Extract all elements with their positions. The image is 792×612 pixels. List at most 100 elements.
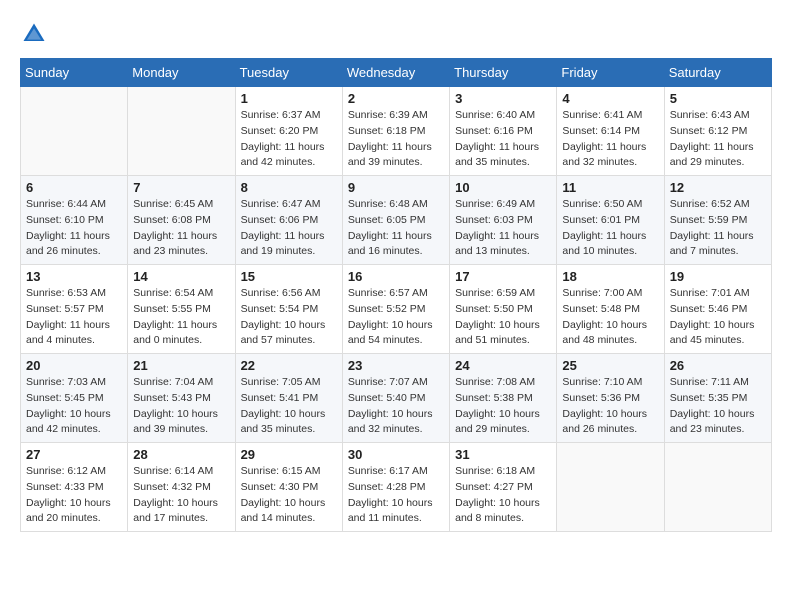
day-number: 25 (562, 358, 658, 373)
calendar-cell: 6 Sunrise: 6:44 AMSunset: 6:10 PMDaylight… (21, 176, 128, 265)
calendar-cell: 23 Sunrise: 7:07 AMSunset: 5:40 PMDayligh… (342, 354, 449, 443)
day-number: 3 (455, 91, 551, 106)
day-info: Sunrise: 6:52 AMSunset: 5:59 PMDaylight:… (670, 197, 766, 260)
calendar-week-row: 13 Sunrise: 6:53 AMSunset: 5:57 PMDayligh… (21, 265, 772, 354)
day-info: Sunrise: 6:47 AMSunset: 6:06 PMDaylight:… (241, 197, 337, 260)
day-number: 29 (241, 447, 337, 462)
day-info: Sunrise: 6:17 AMSunset: 4:28 PMDaylight:… (348, 464, 444, 527)
calendar-cell: 10Sunrise: 6:49 AMSunset: 6:03 PMDayligh… (450, 176, 557, 265)
calendar-cell: 28 Sunrise: 6:14 AMSunset: 4:32 PMDayligh… (128, 443, 235, 532)
day-info: Sunrise: 7:07 AMSunset: 5:40 PMDaylight:… (348, 375, 444, 438)
calendar-cell (21, 87, 128, 176)
day-info: Sunrise: 6:39 AMSunset: 6:18 PMDaylight:… (348, 108, 444, 171)
calendar-header-tuesday: Tuesday (235, 59, 342, 87)
calendar-cell: 26Sunrise: 7:11 AMSunset: 5:35 PMDayligh… (664, 354, 771, 443)
day-info: Sunrise: 6:44 AMSunset: 6:10 PMDaylight:… (26, 197, 122, 260)
calendar-cell: 5 Sunrise: 6:43 AMSunset: 6:12 PMDaylight… (664, 87, 771, 176)
day-number: 28 (133, 447, 229, 462)
calendar-cell: 30 Sunrise: 6:17 AMSunset: 4:28 PMDayligh… (342, 443, 449, 532)
day-number: 31 (455, 447, 551, 462)
day-number: 5 (670, 91, 766, 106)
day-info: Sunrise: 6:40 AMSunset: 6:16 PMDaylight:… (455, 108, 551, 171)
day-number: 2 (348, 91, 444, 106)
day-info: Sunrise: 6:45 AMSunset: 6:08 PMDaylight:… (133, 197, 229, 260)
calendar-header-row: SundayMondayTuesdayWednesdayThursdayFrid… (21, 59, 772, 87)
day-info: Sunrise: 7:08 AMSunset: 5:38 PMDaylight:… (455, 375, 551, 438)
day-info: Sunrise: 7:11 AMSunset: 5:35 PMDaylight:… (670, 375, 766, 438)
calendar-cell (664, 443, 771, 532)
day-info: Sunrise: 7:05 AMSunset: 5:41 PMDaylight:… (241, 375, 337, 438)
calendar-cell: 11 Sunrise: 6:50 AMSunset: 6:01 PMDayligh… (557, 176, 664, 265)
calendar-cell: 31 Sunrise: 6:18 AMSunset: 4:27 PMDayligh… (450, 443, 557, 532)
calendar-cell: 4 Sunrise: 6:41 AMSunset: 6:14 PMDaylight… (557, 87, 664, 176)
day-number: 1 (241, 91, 337, 106)
calendar-cell: 8 Sunrise: 6:47 AMSunset: 6:06 PMDaylight… (235, 176, 342, 265)
day-info: Sunrise: 6:54 AMSunset: 5:55 PMDaylight:… (133, 286, 229, 349)
calendar-header-friday: Friday (557, 59, 664, 87)
day-number: 21 (133, 358, 229, 373)
day-info: Sunrise: 6:50 AMSunset: 6:01 PMDaylight:… (562, 197, 658, 260)
calendar-cell: 3 Sunrise: 6:40 AMSunset: 6:16 PMDaylight… (450, 87, 557, 176)
calendar-week-row: 1Sunrise: 6:37 AMSunset: 6:20 PMDaylight… (21, 87, 772, 176)
calendar-header-monday: Monday (128, 59, 235, 87)
day-number: 8 (241, 180, 337, 195)
calendar-week-row: 27 Sunrise: 6:12 AMSunset: 4:33 PMDayligh… (21, 443, 772, 532)
calendar-header-thursday: Thursday (450, 59, 557, 87)
logo (20, 20, 52, 48)
day-number: 19 (670, 269, 766, 284)
calendar-cell: 1Sunrise: 6:37 AMSunset: 6:20 PMDaylight… (235, 87, 342, 176)
calendar-cell: 18 Sunrise: 7:00 AMSunset: 5:48 PMDayligh… (557, 265, 664, 354)
calendar-cell: 13 Sunrise: 6:53 AMSunset: 5:57 PMDayligh… (21, 265, 128, 354)
calendar-cell (128, 87, 235, 176)
calendar-cell: 29 Sunrise: 6:15 AMSunset: 4:30 PMDayligh… (235, 443, 342, 532)
calendar: SundayMondayTuesdayWednesdayThursdayFrid… (20, 58, 772, 532)
day-info: Sunrise: 6:12 AMSunset: 4:33 PMDaylight:… (26, 464, 122, 527)
day-number: 15 (241, 269, 337, 284)
day-info: Sunrise: 6:56 AMSunset: 5:54 PMDaylight:… (241, 286, 337, 349)
calendar-week-row: 20Sunrise: 7:03 AMSunset: 5:45 PMDayligh… (21, 354, 772, 443)
logo-icon (20, 20, 48, 48)
calendar-cell: 7 Sunrise: 6:45 AMSunset: 6:08 PMDaylight… (128, 176, 235, 265)
day-info: Sunrise: 6:49 AMSunset: 6:03 PMDaylight:… (455, 197, 551, 260)
day-info: Sunrise: 7:00 AMSunset: 5:48 PMDaylight:… (562, 286, 658, 349)
calendar-cell: 24 Sunrise: 7:08 AMSunset: 5:38 PMDayligh… (450, 354, 557, 443)
calendar-cell: 27 Sunrise: 6:12 AMSunset: 4:33 PMDayligh… (21, 443, 128, 532)
day-info: Sunrise: 7:01 AMSunset: 5:46 PMDaylight:… (670, 286, 766, 349)
day-number: 27 (26, 447, 122, 462)
calendar-cell (557, 443, 664, 532)
day-number: 6 (26, 180, 122, 195)
calendar-header-wednesday: Wednesday (342, 59, 449, 87)
calendar-cell: 15 Sunrise: 6:56 AMSunset: 5:54 PMDayligh… (235, 265, 342, 354)
day-info: Sunrise: 6:15 AMSunset: 4:30 PMDaylight:… (241, 464, 337, 527)
day-info: Sunrise: 7:04 AMSunset: 5:43 PMDaylight:… (133, 375, 229, 438)
day-info: Sunrise: 6:57 AMSunset: 5:52 PMDaylight:… (348, 286, 444, 349)
calendar-cell: 2 Sunrise: 6:39 AMSunset: 6:18 PMDaylight… (342, 87, 449, 176)
calendar-header-saturday: Saturday (664, 59, 771, 87)
day-number: 24 (455, 358, 551, 373)
day-number: 18 (562, 269, 658, 284)
day-info: Sunrise: 6:41 AMSunset: 6:14 PMDaylight:… (562, 108, 658, 171)
calendar-cell: 20Sunrise: 7:03 AMSunset: 5:45 PMDayligh… (21, 354, 128, 443)
day-number: 12 (670, 180, 766, 195)
day-number: 7 (133, 180, 229, 195)
calendar-cell: 9Sunrise: 6:48 AMSunset: 6:05 PMDaylight… (342, 176, 449, 265)
calendar-cell: 17Sunrise: 6:59 AMSunset: 5:50 PMDayligh… (450, 265, 557, 354)
calendar-cell: 22Sunrise: 7:05 AMSunset: 5:41 PMDayligh… (235, 354, 342, 443)
calendar-cell: 19 Sunrise: 7:01 AMSunset: 5:46 PMDayligh… (664, 265, 771, 354)
calendar-cell: 14 Sunrise: 6:54 AMSunset: 5:55 PMDayligh… (128, 265, 235, 354)
day-number: 23 (348, 358, 444, 373)
day-info: Sunrise: 6:18 AMSunset: 4:27 PMDaylight:… (455, 464, 551, 527)
calendar-week-row: 6 Sunrise: 6:44 AMSunset: 6:10 PMDaylight… (21, 176, 772, 265)
day-number: 20 (26, 358, 122, 373)
day-number: 30 (348, 447, 444, 462)
day-number: 4 (562, 91, 658, 106)
day-number: 13 (26, 269, 122, 284)
day-info: Sunrise: 6:43 AMSunset: 6:12 PMDaylight:… (670, 108, 766, 171)
day-number: 14 (133, 269, 229, 284)
day-info: Sunrise: 7:10 AMSunset: 5:36 PMDaylight:… (562, 375, 658, 438)
day-info: Sunrise: 6:53 AMSunset: 5:57 PMDaylight:… (26, 286, 122, 349)
calendar-header-sunday: Sunday (21, 59, 128, 87)
day-info: Sunrise: 6:14 AMSunset: 4:32 PMDaylight:… (133, 464, 229, 527)
day-number: 11 (562, 180, 658, 195)
calendar-cell: 21 Sunrise: 7:04 AMSunset: 5:43 PMDayligh… (128, 354, 235, 443)
